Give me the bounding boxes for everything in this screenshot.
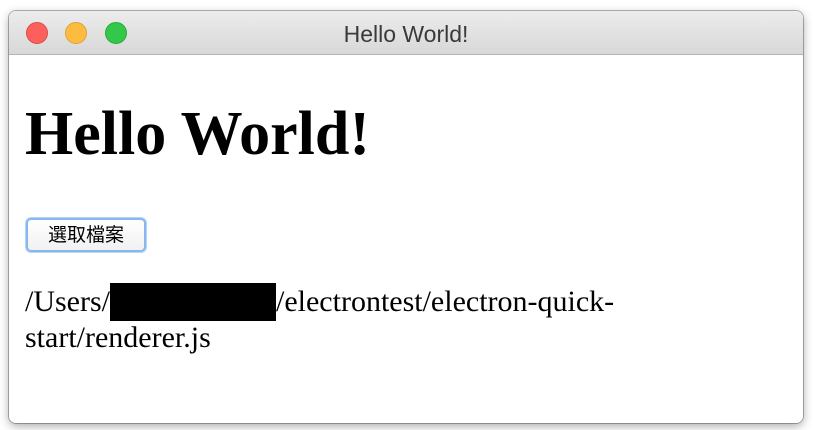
window-title: Hello World! (343, 21, 469, 47)
page-heading: Hello World! (25, 100, 371, 168)
redacted-username-block (110, 283, 276, 321)
file-path-text: /Users//electrontest/electron-quick-star… (25, 283, 665, 355)
path-prefix: /Users/ (25, 285, 110, 318)
title-bar[interactable]: Hello World! (9, 11, 803, 55)
page-content: Hello World! 選取檔案 /Users//electrontest/e… (9, 55, 803, 423)
app-window: Hello World! Hello World! 選取檔案 /Users//e… (9, 11, 803, 423)
choose-file-button[interactable]: 選取檔案 (26, 218, 146, 252)
